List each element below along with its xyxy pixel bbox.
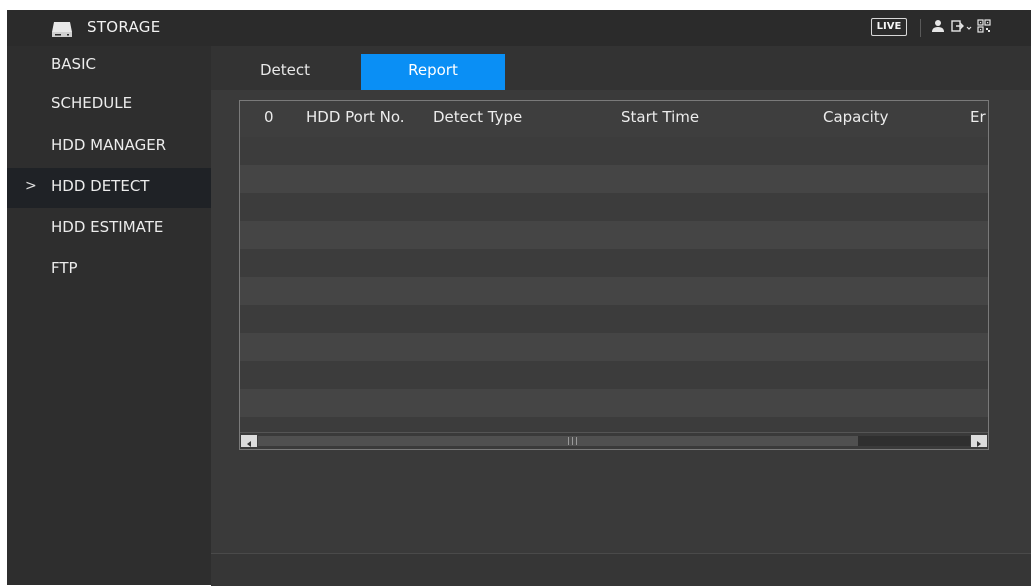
arrow-left-icon [247,441,251,447]
live-button[interactable]: LIVE [871,18,907,36]
scroll-thumb[interactable] [258,436,858,446]
table-row[interactable] [240,193,988,221]
tab-bar: Detect Report [211,46,1031,90]
scroll-left-button[interactable] [241,435,257,447]
column-header-index[interactable]: 0 [264,108,274,126]
column-header-capacity[interactable]: Capacity [823,108,889,126]
horizontal-scrollbar[interactable] [240,432,988,449]
table-header: 0 HDD Port No. Detect Type Start Time Ca… [240,101,988,137]
table-row[interactable] [240,249,988,277]
table-row[interactable] [240,389,988,417]
page-title: STORAGE [87,18,161,36]
top-bar: STORAGE LIVE [7,10,1031,46]
sidebar-item-ftp[interactable]: FTP [7,250,211,290]
report-table: 0 HDD Port No. Detect Type Start Time Ca… [239,100,989,450]
column-header-detect-type[interactable]: Detect Type [433,108,522,126]
scroll-track[interactable] [258,436,970,446]
column-header-start-time[interactable]: Start Time [621,108,699,126]
user-icon[interactable] [931,19,945,33]
table-row[interactable] [240,165,988,193]
sidebar-item-label: SCHEDULE [51,94,133,112]
sidebar-item-schedule[interactable]: SCHEDULE [7,85,211,125]
table-row[interactable] [240,137,988,165]
table-row[interactable] [240,277,988,305]
sidebar-item-label: BASIC [51,55,96,73]
report-panel: 0 HDD Port No. Detect Type Start Time Ca… [211,90,1031,585]
table-row[interactable] [240,333,988,361]
column-header-error[interactable]: Er [970,108,986,126]
divider [920,19,921,37]
sidebar-item-hdd-estimate[interactable]: HDD ESTIMATE [7,209,211,249]
tab-report[interactable]: Report [361,54,505,90]
storage-drive-icon [52,22,72,37]
qr-code-icon[interactable] [977,19,991,33]
grip-icon [568,437,577,445]
scroll-right-button[interactable] [971,435,987,447]
sidebar-item-hdd-manager[interactable]: HDD MANAGER [7,127,211,167]
sidebar-item-label: HDD DETECT [51,177,150,195]
table-row[interactable] [240,305,988,333]
table-row[interactable] [240,361,988,389]
sidebar: BASIC SCHEDULE HDD MANAGER > HDD DETECT … [7,46,211,585]
sidebar-item-label: HDD ESTIMATE [51,218,164,236]
sidebar-item-label: FTP [51,259,78,277]
logout-icon[interactable] [951,19,973,33]
sidebar-item-hdd-detect[interactable]: > HDD DETECT [7,168,211,208]
bottom-bar [211,553,1031,586]
table-row[interactable] [240,221,988,249]
sidebar-item-basic[interactable]: BASIC [7,46,211,86]
chevron-right-icon: > [25,178,37,194]
arrow-right-icon [977,441,981,447]
storage-window: STORAGE LIVE BASIC SCHEDULE HDD MANAGER … [7,10,1031,586]
column-header-hdd-port[interactable]: HDD Port No. [306,108,405,126]
sidebar-item-label: HDD MANAGER [51,136,167,154]
tab-detect[interactable]: Detect [213,54,357,90]
